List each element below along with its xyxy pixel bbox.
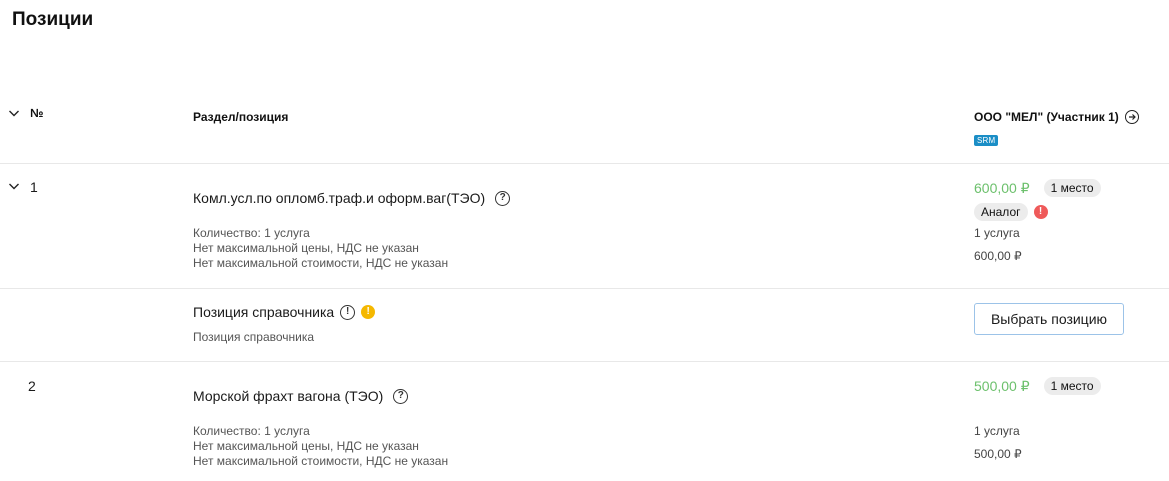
divider bbox=[0, 288, 1169, 289]
place-badge: 1 место bbox=[1043, 377, 1101, 395]
offer-total: 500,00 ₽ bbox=[974, 447, 1022, 461]
srm-badge: SRM bbox=[974, 135, 999, 146]
arrow-right-circle-icon[interactable] bbox=[1124, 110, 1139, 124]
row-number: 2 bbox=[28, 378, 36, 394]
question-circle-icon[interactable]: ? bbox=[495, 190, 511, 206]
chevron-down-icon[interactable] bbox=[8, 107, 20, 119]
offer-price-row: 600,00 ₽ 1 место bbox=[974, 179, 1101, 197]
reference-title-text: Позиция справочника bbox=[193, 304, 335, 320]
participant-name: ООО "МЕЛ" (Участник 1) bbox=[974, 110, 1119, 124]
info-circle-icon[interactable]: ! bbox=[340, 304, 356, 320]
offer-price-row: 500,00 ₽ 1 место bbox=[974, 377, 1101, 395]
participant-header: ООО "МЕЛ" (Участник 1) bbox=[974, 110, 1139, 124]
section-column-header: Раздел/позиция bbox=[193, 110, 289, 124]
max-cost-text: Нет максимальной стоимости, НДС не указа… bbox=[193, 454, 449, 468]
offer-unit: 1 услуга bbox=[974, 424, 1020, 438]
reference-title: Позиция справочника ! ! bbox=[193, 304, 376, 320]
offer-price: 500,00 ₽ bbox=[974, 377, 1030, 394]
page-title: Позиции bbox=[12, 9, 94, 30]
position-title-text: Морской фрахт вагона (ТЭО) bbox=[193, 388, 384, 404]
question-circle-icon[interactable]: ? bbox=[393, 388, 409, 404]
position-title-text: Комл.усл.по опломб.траф.и оформ.ваг(ТЭО) bbox=[193, 190, 486, 206]
select-position-button[interactable]: Выбрать позицию bbox=[974, 303, 1124, 335]
offer-price: 600,00 ₽ bbox=[974, 179, 1030, 196]
chevron-down-icon[interactable] bbox=[8, 180, 20, 192]
place-badge: 1 место bbox=[1043, 179, 1101, 197]
offer-unit: 1 услуга bbox=[974, 226, 1020, 240]
max-price-text: Нет максимальной цены, НДС не указан bbox=[193, 439, 419, 453]
max-cost-text: Нет максимальной стоимости, НДС не указа… bbox=[193, 256, 449, 270]
number-column-header: № bbox=[30, 106, 44, 120]
analog-badge: Аналог bbox=[974, 203, 1028, 221]
divider bbox=[0, 163, 1169, 164]
quantity-text: Количество: 1 услуга bbox=[193, 424, 310, 438]
max-price-text: Нет максимальной цены, НДС не указан bbox=[193, 241, 419, 255]
warning-icon[interactable]: ! bbox=[361, 305, 376, 319]
error-icon[interactable]: ! bbox=[1033, 205, 1048, 219]
divider bbox=[0, 361, 1169, 362]
row-number: 1 bbox=[30, 179, 38, 195]
quantity-text: Количество: 1 услуга bbox=[193, 226, 310, 240]
offer-total: 600,00 ₽ bbox=[974, 249, 1022, 263]
position-title: Морской фрахт вагона (ТЭО) ? bbox=[193, 388, 409, 404]
position-title: Комл.усл.по опломб.траф.и оформ.ваг(ТЭО)… bbox=[193, 190, 511, 206]
reference-subtitle: Позиция справочника bbox=[193, 330, 315, 344]
analog-row: Аналог ! bbox=[974, 203, 1048, 221]
position-meta: Количество: 1 услуга Нет максимальной це… bbox=[193, 424, 448, 469]
position-meta: Количество: 1 услуга Нет максимальной це… bbox=[193, 226, 448, 271]
